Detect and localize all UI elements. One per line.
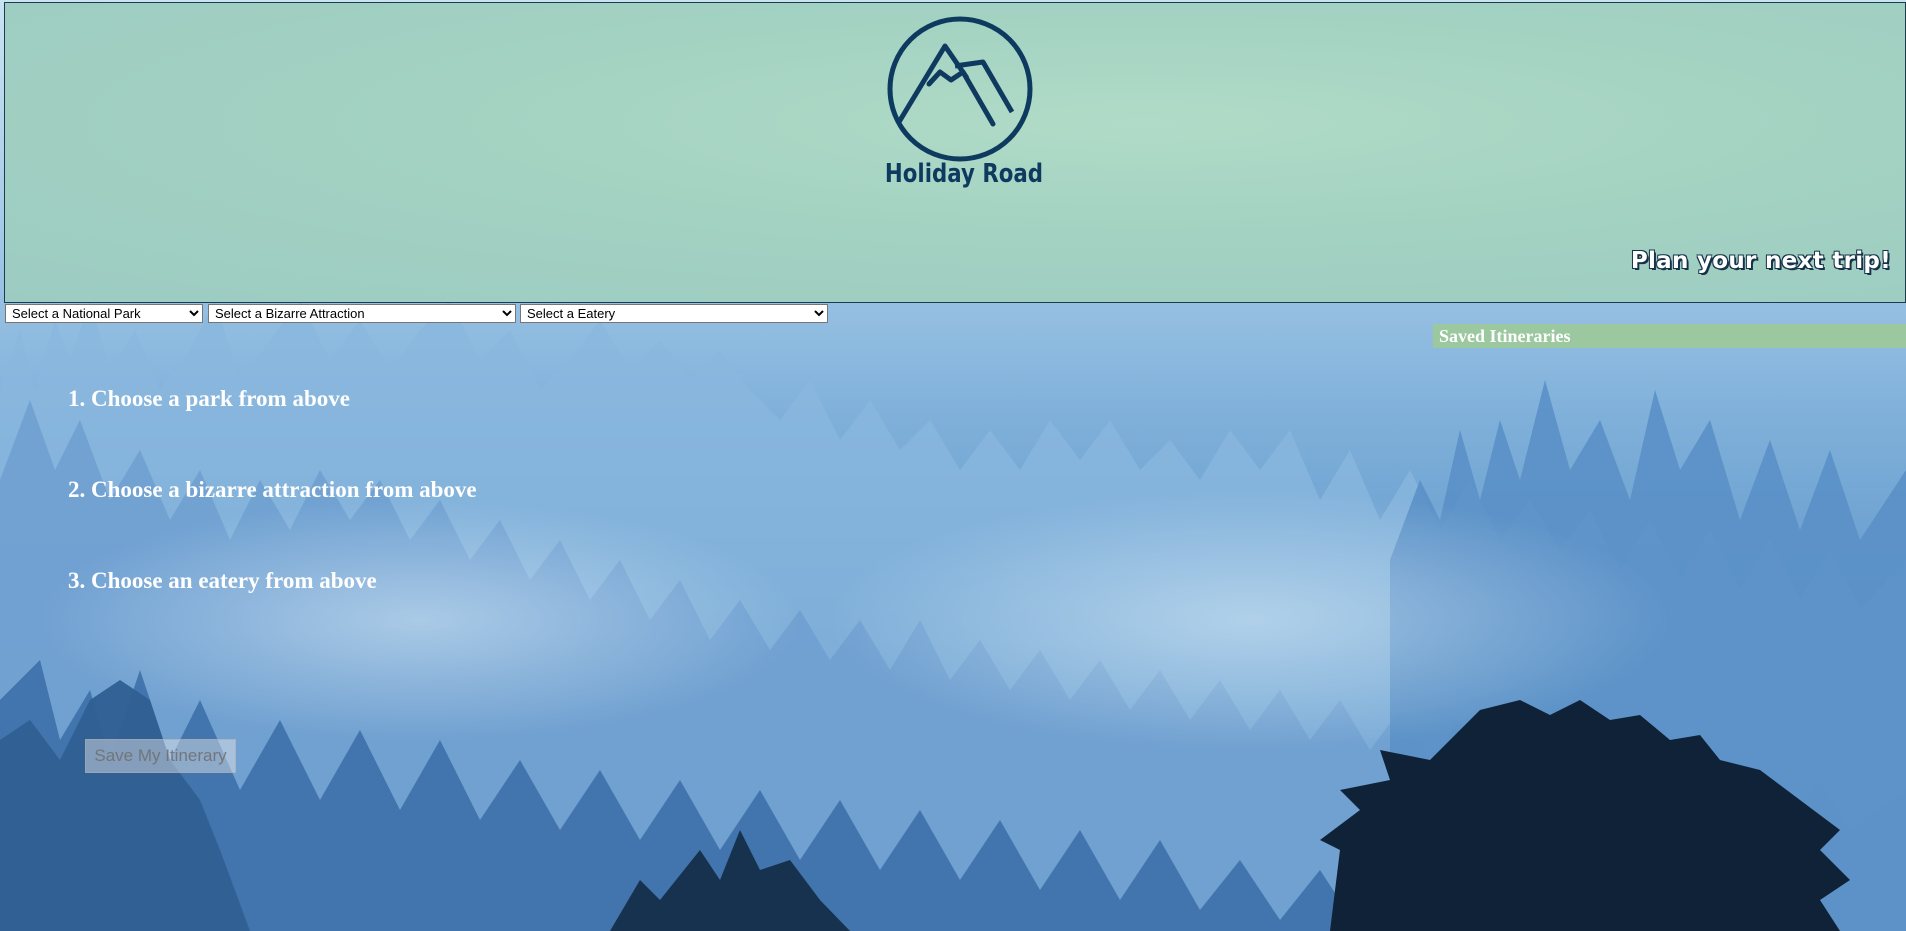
attraction-select[interactable]: Select a Bizarre Attraction	[208, 304, 516, 323]
saved-itineraries-title: Saved Itineraries	[1433, 324, 1906, 348]
step-park: 1. Choose a park from above	[68, 386, 350, 411]
tagline: Plan your next trip!	[1630, 248, 1891, 274]
mountain-circle-icon	[885, 14, 1035, 164]
eatery-select[interactable]: Select a Eatery	[520, 304, 828, 323]
park-select[interactable]: Select a National Park	[5, 304, 203, 323]
brand-title: Holiday Road	[884, 159, 1044, 189]
step-eatery: 3. Choose an eatery from above	[68, 568, 377, 593]
step-attraction: 2. Choose a bizarre attraction from abov…	[68, 477, 477, 502]
save-itinerary-button[interactable]: Save My Itinerary	[85, 739, 236, 773]
site-header: Holiday Road Plan your next trip!	[4, 2, 1906, 303]
